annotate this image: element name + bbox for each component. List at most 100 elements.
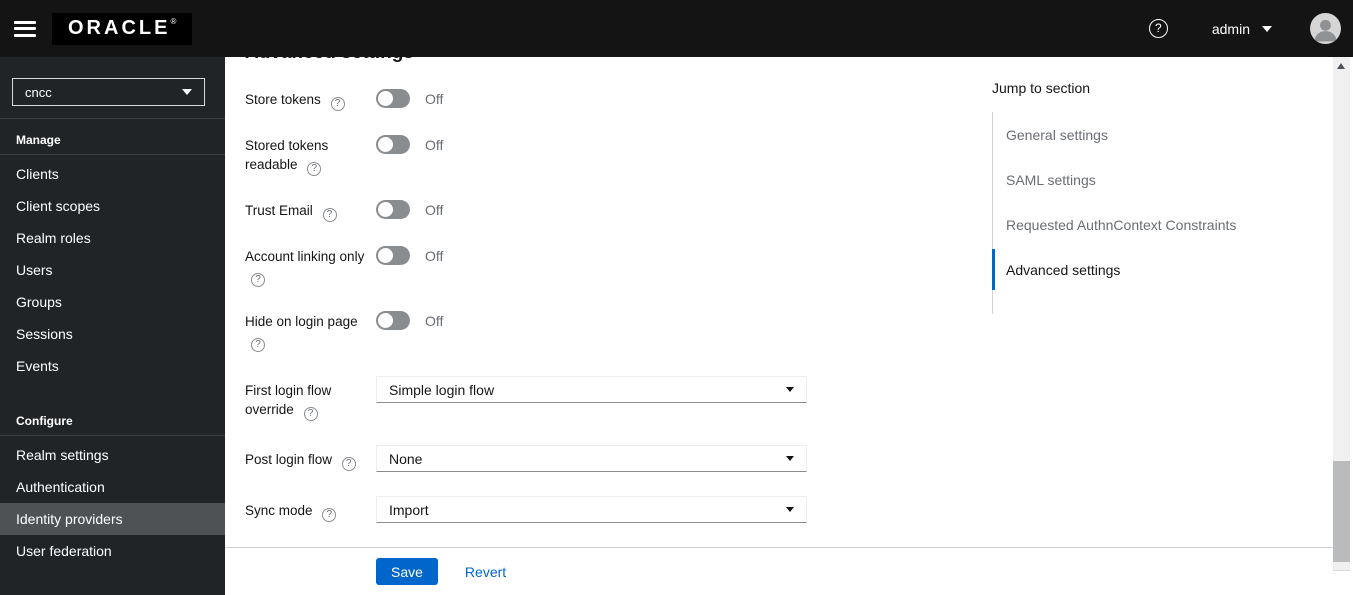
- sidebar-item-label: Identity providers: [16, 511, 123, 527]
- scrollbar[interactable]: [1333, 57, 1350, 571]
- sidebar-item-identity-providers[interactable]: Identity providers: [0, 503, 225, 535]
- oracle-logo: ORACLE®: [52, 12, 193, 45]
- field-label-text: Sync mode: [245, 503, 313, 518]
- sidebar-section-title: Manage: [16, 133, 61, 147]
- save-button[interactable]: Save: [376, 558, 438, 585]
- sync-mode-select[interactable]: Import: [376, 496, 807, 523]
- sidebar-item-label: Groups: [16, 294, 62, 310]
- jump-link-advanced-settings[interactable]: Advanced settings: [992, 247, 1322, 292]
- field-label: Hide on login page ?: [245, 311, 376, 352]
- chevron-down-icon: [182, 89, 192, 95]
- field-label: Sync mode ?: [245, 496, 376, 522]
- chevron-down-icon: [786, 456, 794, 461]
- jump-link-label: Requested AuthnContext Constraints: [1006, 216, 1237, 233]
- stored-tokens-readable-toggle[interactable]: [376, 135, 410, 154]
- sidebar-item-clients[interactable]: Clients: [0, 158, 225, 190]
- person-icon: [1314, 19, 1337, 42]
- jump-link-requested-authncontext-constraints[interactable]: Requested AuthnContext Constraints: [993, 202, 1322, 247]
- sidebar-item-label: Client scopes: [16, 198, 101, 214]
- sidebar-item-label: Events: [16, 358, 59, 374]
- sidebar-item-label: Realm settings: [16, 447, 109, 463]
- field-label: Account linking only ?: [245, 246, 376, 287]
- switch-wrap: Off: [376, 89, 443, 108]
- first-login-flow-override-select[interactable]: Simple login flow: [376, 376, 807, 403]
- sidebar-item-label: User federation: [16, 543, 112, 559]
- select-value: Import: [389, 501, 429, 518]
- account-linking-only-toggle[interactable]: [376, 246, 410, 265]
- registered-mark: ®: [170, 16, 177, 26]
- sidebar-item-events[interactable]: Events: [0, 350, 225, 382]
- switch-state-label: Off: [425, 312, 444, 329]
- jump-link-label: General settings: [1006, 126, 1108, 143]
- field-label: Store tokens ?: [245, 89, 376, 111]
- jump-link-saml-settings[interactable]: SAML settings: [993, 157, 1322, 202]
- form-field-first-login-flow-override: First login flow override ? Simple login …: [245, 376, 807, 421]
- form-field-account-linking-only: Account linking only ? Off: [245, 246, 807, 287]
- form-field-hide-on-login-page: Hide on login page ? Off: [245, 311, 807, 352]
- help-icon[interactable]: ?: [303, 407, 318, 421]
- oracle-logo-text: ORACLE: [68, 16, 171, 39]
- jump-nav-title: Jump to section: [992, 80, 1091, 96]
- help-icon[interactable]: ?: [330, 97, 345, 111]
- sidebar-item-groups[interactable]: Groups: [0, 286, 225, 318]
- sidebar-item-realm-roles[interactable]: Realm roles: [0, 222, 225, 254]
- sidebar-item-client-scopes[interactable]: Client scopes: [0, 190, 225, 222]
- select-value: None: [389, 450, 423, 467]
- sidebar-section-configure: Configure Realm settings Authentication Ide…: [0, 414, 225, 567]
- advanced-settings-form: Store tokens ? Off Stored tokens readable …: [245, 57, 807, 523]
- sidebar-item-user-federation[interactable]: User federation: [0, 535, 225, 567]
- help-icon[interactable]: ?: [341, 457, 356, 471]
- jump-link-label: Advanced settings: [1006, 261, 1121, 278]
- jump-link-general-settings[interactable]: General settings: [993, 112, 1322, 157]
- field-label-text: Account linking only: [245, 249, 365, 264]
- hamburger-menu-icon[interactable]: [14, 20, 36, 37]
- sidebar-item-label: Clients: [16, 166, 59, 182]
- field-label: Stored tokens readable ?: [245, 135, 376, 176]
- form-field-stored-tokens-readable: Stored tokens readable ? Off: [245, 135, 807, 176]
- field-label: First login flow override ?: [245, 376, 376, 421]
- help-icon[interactable]: ?: [251, 338, 265, 352]
- help-icon[interactable]: ?: [322, 508, 337, 522]
- post-login-flow-select[interactable]: None: [376, 445, 807, 472]
- store-tokens-toggle[interactable]: [376, 89, 410, 108]
- switch-state-label: Off: [425, 136, 444, 153]
- switch-state-label: Off: [425, 90, 444, 107]
- trust-email-toggle[interactable]: [376, 200, 410, 219]
- revert-button[interactable]: Revert: [465, 564, 506, 580]
- sidebar-item-sessions[interactable]: Sessions: [0, 318, 225, 350]
- sidebar: cncc Manage Clients Client scopes Realm rol…: [0, 57, 225, 595]
- chevron-down-icon: [786, 387, 794, 392]
- help-icon[interactable]: ?: [251, 273, 265, 287]
- help-icon[interactable]: ?: [1148, 19, 1168, 38]
- form-field-store-tokens: Store tokens ? Off: [245, 89, 807, 111]
- help-icon[interactable]: ?: [307, 162, 322, 176]
- chevron-down-icon: [1262, 25, 1272, 32]
- form-actions: Save Revert: [225, 547, 1333, 595]
- sidebar-section-manage: Manage Clients Client scopes Realm roles Use…: [0, 133, 225, 382]
- jump-to-section-nav: Jump to section General settings SAML set…: [992, 80, 1322, 314]
- sidebar-item-users[interactable]: Users: [0, 254, 225, 286]
- scrollbar-thumb[interactable]: [1333, 461, 1350, 562]
- select-value: Simple login flow: [389, 381, 495, 398]
- jump-link-label: SAML settings: [1006, 171, 1096, 188]
- field-label-text: Store tokens: [245, 92, 321, 107]
- form-field-trust-email: Trust Email ? Off: [245, 200, 807, 222]
- help-icon[interactable]: ?: [322, 208, 337, 222]
- switch-state-label: Off: [425, 247, 444, 264]
- avatar[interactable]: [1310, 13, 1341, 44]
- sidebar-item-authentication[interactable]: Authentication: [0, 471, 225, 503]
- switch-wrap: Off: [376, 246, 443, 265]
- chevron-down-icon: [786, 507, 794, 512]
- realm-selector[interactable]: cncc: [12, 78, 205, 106]
- field-label: Trust Email ?: [245, 200, 376, 222]
- user-menu[interactable]: admin: [1212, 21, 1272, 37]
- realm-selector-value: cncc: [25, 84, 52, 100]
- scroll-up-arrow-icon[interactable]: [1337, 63, 1345, 69]
- sidebar-item-realm-settings[interactable]: Realm settings: [0, 439, 225, 471]
- hide-on-login-page-toggle[interactable]: [376, 311, 410, 330]
- sidebar-item-label: Authentication: [16, 479, 105, 495]
- field-label-text: Trust Email: [245, 203, 313, 218]
- sidebar-divider: [0, 118, 225, 119]
- switch-state-label: Off: [425, 201, 444, 218]
- switch-wrap: Off: [376, 311, 443, 330]
